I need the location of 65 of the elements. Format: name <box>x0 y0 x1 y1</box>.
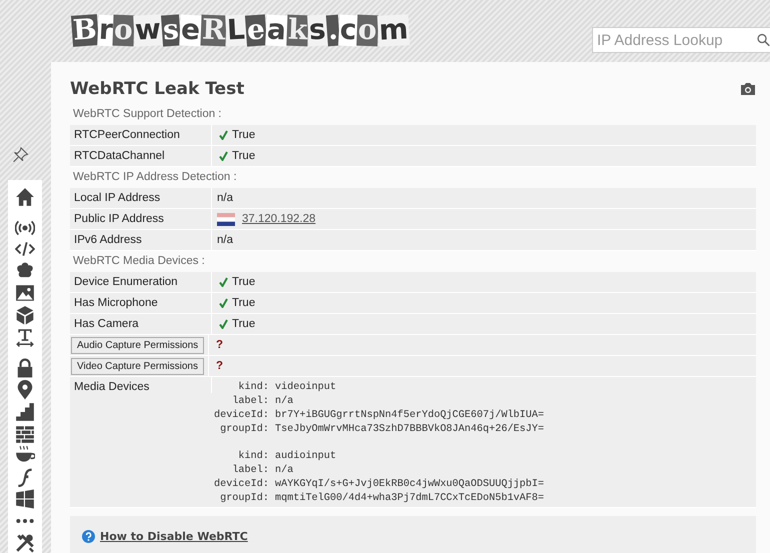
windows-icon[interactable] <box>15 489 35 510</box>
device-field-value: n/a <box>275 396 294 407</box>
row-label: Has Microphone <box>74 297 158 309</box>
search-icon[interactable] <box>757 31 770 49</box>
map-pin-icon[interactable] <box>15 380 35 400</box>
help-icon <box>82 530 95 542</box>
flag-icon <box>217 212 235 226</box>
permission-button[interactable]: Audio Capture Permissions <box>71 336 204 354</box>
device-field-key: label: <box>203 396 269 407</box>
broadcast-icon[interactable] <box>15 218 35 238</box>
row-label: Device Enumeration <box>74 276 178 288</box>
device-field-value: br7Y+iBGUGgrrtNspNn4f5erYdoQjCGE607j/WlbIUA= <box>275 410 544 421</box>
page-title: WebRTC Leak Test <box>70 79 244 99</box>
camera-icon[interactable] <box>740 82 756 96</box>
search-field[interactable]: IP Address Lookup <box>592 27 770 53</box>
device-field-value: mqmtiTelG00/4d4+wha3Pj7dmL7CCxTcEDoN5b1vAF8= <box>275 493 544 504</box>
device-field-value: wAYKGYqI/s+G+Jvj0EkRB0c4jwWxu0QaODSUUQjjpbI= <box>275 479 544 490</box>
device-field-value: n/a <box>275 465 294 476</box>
unknown-status: ? <box>215 339 224 351</box>
how-to-link[interactable]: How to Disable WebRTC <box>100 530 248 542</box>
row-value: True <box>232 318 256 330</box>
permission-button[interactable]: Video Capture Permissions <box>71 358 204 374</box>
row-label: Local IP Address <box>74 192 160 204</box>
device-field-value: audioinput <box>275 451 338 462</box>
tools-icon[interactable] <box>15 533 35 553</box>
device-field-value: videoinput <box>275 382 338 393</box>
text-width-icon[interactable] <box>15 326 35 347</box>
row-label: Public IP Address <box>74 213 164 225</box>
section-heading: WebRTC IP Address Detection : <box>72 170 238 185</box>
check-icon <box>219 130 228 140</box>
home-icon[interactable] <box>15 186 35 207</box>
check-icon <box>219 319 228 329</box>
row-value: True <box>232 297 256 309</box>
device-field-key: deviceId: <box>203 410 269 421</box>
device-field-key: label: <box>203 465 269 476</box>
row-label: RTCDataChannel <box>74 150 165 162</box>
cube-icon[interactable] <box>15 305 35 326</box>
pin-icon[interactable] <box>12 146 30 163</box>
ip-address-link[interactable]: 37.120.192.28 <box>242 213 316 225</box>
check-icon <box>219 277 228 287</box>
stairs-icon[interactable] <box>15 402 35 422</box>
row-label: Media Devices <box>74 381 150 393</box>
check-icon <box>219 151 228 161</box>
brick-wall-icon[interactable] <box>15 424 35 444</box>
row-value: True <box>232 150 256 162</box>
device-field-key: deviceId: <box>203 479 269 490</box>
row-value: n/a <box>217 234 233 246</box>
row-label: RTCPeerConnection <box>74 129 180 141</box>
section-heading: WebRTC Media Devices : <box>72 254 206 269</box>
device-field-key: groupId: <box>203 493 269 504</box>
device-field-key: groupId: <box>203 424 269 435</box>
image-icon[interactable] <box>15 283 35 304</box>
row-value: n/a <box>217 192 233 204</box>
unknown-status: ? <box>215 360 224 372</box>
lock-icon[interactable] <box>15 358 35 378</box>
check-icon <box>219 298 228 308</box>
row-value: True <box>232 129 256 141</box>
site-logo[interactable]: B ro ws eR Le ak s. co m <box>72 0 409 46</box>
device-field-key: kind: <box>203 451 269 462</box>
device-field-key: kind: <box>203 382 269 393</box>
row-label: IPv6 Address <box>74 234 142 246</box>
section-heading: WebRTC Support Detection : <box>72 107 223 122</box>
row-label: Has Camera <box>74 318 139 330</box>
row-value: True <box>232 276 256 288</box>
device-field-value: TseJbyOmWrvMHca73SzhD7BBBVkO8JAn46q+26/EsJY= <box>275 424 544 435</box>
